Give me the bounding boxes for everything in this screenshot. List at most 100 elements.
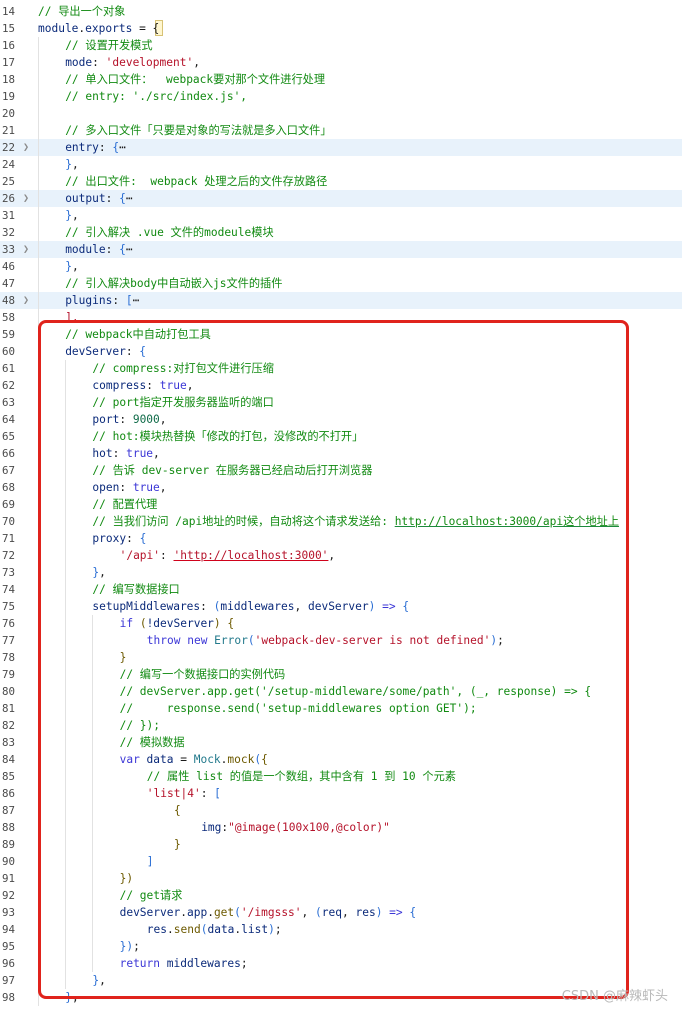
code-text[interactable]: }, (38, 207, 79, 224)
code-line[interactable]: 58], (0, 309, 682, 326)
code-line[interactable]: 85 // 属性 list 的值是一个数组，其中含有 1 到 10 个元素 (0, 768, 682, 785)
code-line[interactable]: 84 var data = Mock.mock({ (0, 751, 682, 768)
fold-chevron-icon[interactable]: ❯ (21, 292, 31, 309)
fold-chevron-icon[interactable]: ❯ (21, 241, 31, 258)
code-text[interactable]: module.exports = { (38, 20, 159, 37)
code-text[interactable]: // 编写数据接口 (38, 581, 179, 598)
code-line[interactable]: 59 // webpack中自动打包工具 (0, 326, 682, 343)
code-text[interactable]: plugins: [⋯ (38, 292, 139, 309)
code-text[interactable]: } (38, 649, 127, 666)
code-line[interactable]: 73}, (0, 564, 682, 581)
code-text[interactable]: // devServer.app.get('/setup-middleware/… (38, 683, 591, 700)
code-line[interactable]: 60 devServer: { (0, 343, 682, 360)
code-text[interactable]: // 引入解决body中自动嵌入js文件的插件 (38, 275, 282, 292)
code-text[interactable]: // 导出一个对象 (38, 3, 125, 20)
code-text[interactable]: // 编写一个数据接口的实例代码 (38, 666, 286, 683)
code-line[interactable]: 32 // 引入解决 .vue 文件的modeule模块 (0, 224, 682, 241)
code-text[interactable]: ] (38, 853, 154, 870)
code-text[interactable]: // 出口文件: webpack 处理之后的文件存放路径 (38, 173, 327, 190)
code-line[interactable]: 76 if (!devServer) { (0, 615, 682, 632)
code-text[interactable]: // compress:对打包文件进行压缩 (38, 360, 274, 377)
code-text[interactable]: // entry: './src/index.js', (38, 88, 247, 105)
code-text[interactable]: }, (38, 972, 106, 989)
code-line[interactable]: 14 // 导出一个对象 (0, 3, 682, 20)
code-text[interactable]: res.send(data.list); (38, 921, 282, 938)
code-text[interactable]: }, (38, 156, 79, 173)
code-text[interactable]: '/api': 'http://localhost:3000', (38, 547, 336, 564)
code-line[interactable]: 75 setupMiddlewares: (middlewares, devSer… (0, 598, 682, 615)
code-text[interactable]: entry: {⋯ (38, 139, 126, 156)
code-line[interactable]: 79 // 编写一个数据接口的实例代码 (0, 666, 682, 683)
code-line[interactable]: 87 { (0, 802, 682, 819)
code-line[interactable]: 64 port: 9000, (0, 411, 682, 428)
code-text[interactable]: devServer.app.get('/imgsss', (req, res) … (38, 904, 417, 921)
code-text[interactable]: // webpack中自动打包工具 (38, 326, 211, 343)
code-text[interactable]: return middlewares; (38, 955, 248, 972)
code-text[interactable]: compress: true, (38, 377, 193, 394)
code-line[interactable]: 21 // 多入口文件「只要是对象的写法就是多入口文件」 (0, 122, 682, 139)
code-line[interactable]: 69 // 配置代理 (0, 496, 682, 513)
code-line[interactable]: 82 // }); (0, 717, 682, 734)
code-line[interactable]: 93 devServer.app.get('/imgsss', (req, res… (0, 904, 682, 921)
code-line[interactable]: 47 // 引入解决body中自动嵌入js文件的插件 (0, 275, 682, 292)
code-line[interactable]: 77 throw new Error('webpack-dev-server is… (0, 632, 682, 649)
code-text[interactable]: // 配置代理 (38, 496, 157, 513)
code-line[interactable]: 18 // 单入口文件： webpack要对那个文件进行处理 (0, 71, 682, 88)
code-line[interactable]: 26 ❯ output: {⋯ (0, 190, 682, 207)
code-text[interactable]: }) (38, 870, 133, 887)
code-text[interactable]: // 属性 list 的值是一个数组，其中含有 1 到 10 个元素 (38, 768, 456, 785)
code-text[interactable]: // hot:模块热替换「修改的打包，没修改的不打开」 (38, 428, 363, 445)
code-line[interactable]: 68 open: true, (0, 479, 682, 496)
code-text[interactable]: output: {⋯ (38, 190, 132, 207)
code-text[interactable]: if (!devServer) { (38, 615, 235, 632)
code-text[interactable]: mode: 'development', (38, 54, 200, 71)
code-line[interactable]: 89} (0, 836, 682, 853)
code-text[interactable]: }, (38, 258, 79, 275)
code-line[interactable]: 95}); (0, 938, 682, 955)
code-line[interactable]: 65 // hot:模块热替换「修改的打包，没修改的不打开」 (0, 428, 682, 445)
code-text[interactable]: setupMiddlewares: (middlewares, devServe… (38, 598, 409, 615)
code-line[interactable]: 91}) (0, 870, 682, 887)
code-text[interactable]: devServer: { (38, 343, 146, 360)
code-line[interactable]: 90] (0, 853, 682, 870)
code-line[interactable]: 70 // 当我们访问 /api地址的时候，自动将这个请求发送给: http://… (0, 513, 682, 530)
code-text[interactable]: var data = Mock.mock({ (38, 751, 268, 768)
code-text[interactable]: // 设置开发模式 (38, 37, 152, 54)
code-text[interactable]: // 单入口文件： webpack要对那个文件进行处理 (38, 71, 325, 88)
code-text[interactable]: // 模拟数据 (38, 734, 185, 751)
code-line[interactable]: 33 ❯ module: {⋯ (0, 241, 682, 258)
code-line[interactable]: 86 'list|4': [ (0, 785, 682, 802)
code-text[interactable]: ], (38, 309, 78, 326)
code-text[interactable]: // }); (38, 717, 160, 734)
code-line[interactable]: 94 res.send(data.list); (0, 921, 682, 938)
code-line[interactable]: 63 // port指定开发服务器监听的端口 (0, 394, 682, 411)
code-text[interactable]: // 多入口文件「只要是对象的写法就是多入口文件」 (38, 122, 331, 139)
code-text[interactable]: // response.send('setup-middlewares opti… (38, 700, 477, 717)
code-line[interactable]: 80 // devServer.app.get('/setup-middlewar… (0, 683, 682, 700)
code-text[interactable]: }, (38, 564, 106, 581)
code-line[interactable]: 62 compress: true, (0, 377, 682, 394)
code-text[interactable]: }, (38, 989, 79, 1006)
code-line[interactable]: 78} (0, 649, 682, 666)
code-line[interactable]: 83 // 模拟数据 (0, 734, 682, 751)
code-text[interactable]: port: 9000, (38, 411, 166, 428)
code-text[interactable]: // 引入解决 .vue 文件的modeule模块 (38, 224, 273, 241)
code-line[interactable]: 17 mode: 'development', (0, 54, 682, 71)
code-text[interactable]: // 告诉 dev-server 在服务器已经启动后打开浏览器 (38, 462, 372, 479)
code-line[interactable]: 88 img:"@image(100x100,@color)" (0, 819, 682, 836)
code-line[interactable]: 72 '/api': 'http://localhost:3000', (0, 547, 682, 564)
code-text[interactable]: // 当我们访问 /api地址的时候，自动将这个请求发送给: http://lo… (38, 513, 619, 530)
code-text[interactable]: { (38, 802, 181, 819)
code-line[interactable]: 74 // 编写数据接口 (0, 581, 682, 598)
code-text[interactable]: module: {⋯ (38, 241, 132, 258)
fold-chevron-icon[interactable]: ❯ (21, 190, 31, 207)
code-text[interactable]: img:"@image(100x100,@color)" (38, 819, 390, 836)
code-line[interactable]: 81 // response.send('setup-middlewares op… (0, 700, 682, 717)
code-line[interactable]: 15 module.exports = { (0, 20, 682, 37)
code-editor[interactable]: 14// 导出一个对象 15 module.exports = {16// 设置开发… (0, 0, 682, 1014)
fold-chevron-icon[interactable]: ❯ (21, 139, 31, 156)
code-line[interactable]: 61 // compress:对打包文件进行压缩 (0, 360, 682, 377)
code-line[interactable]: 31}, (0, 207, 682, 224)
code-line[interactable]: 16 // 设置开发模式 (0, 37, 682, 54)
code-line[interactable]: 25 // 出口文件: webpack 处理之后的文件存放路径 (0, 173, 682, 190)
